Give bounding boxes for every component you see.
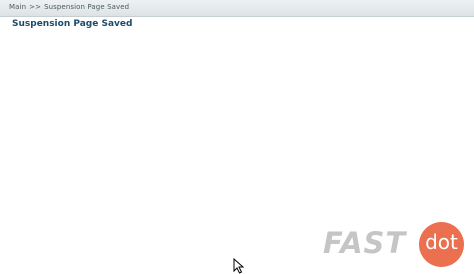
breadcrumb: Main >> Suspension Page Saved <box>9 3 129 11</box>
page-title: Suspension Page Saved <box>12 19 133 29</box>
watermark-fast-text: FAST <box>323 226 407 260</box>
watermark-dot-text: dot <box>425 230 458 254</box>
fastdot-watermark-logo: FAST dot <box>320 222 466 268</box>
breadcrumb-bar: Main >> Suspension Page Saved <box>0 0 474 17</box>
mouse-pointer-icon <box>233 257 245 274</box>
breadcrumb-separator: >> <box>29 3 42 11</box>
breadcrumb-current: Suspension Page Saved <box>44 3 130 11</box>
watermark-dot-circle: dot <box>419 222 464 267</box>
page: Main >> Suspension Page Saved Suspension P… <box>0 0 474 274</box>
breadcrumb-main-link[interactable]: Main <box>9 3 26 11</box>
